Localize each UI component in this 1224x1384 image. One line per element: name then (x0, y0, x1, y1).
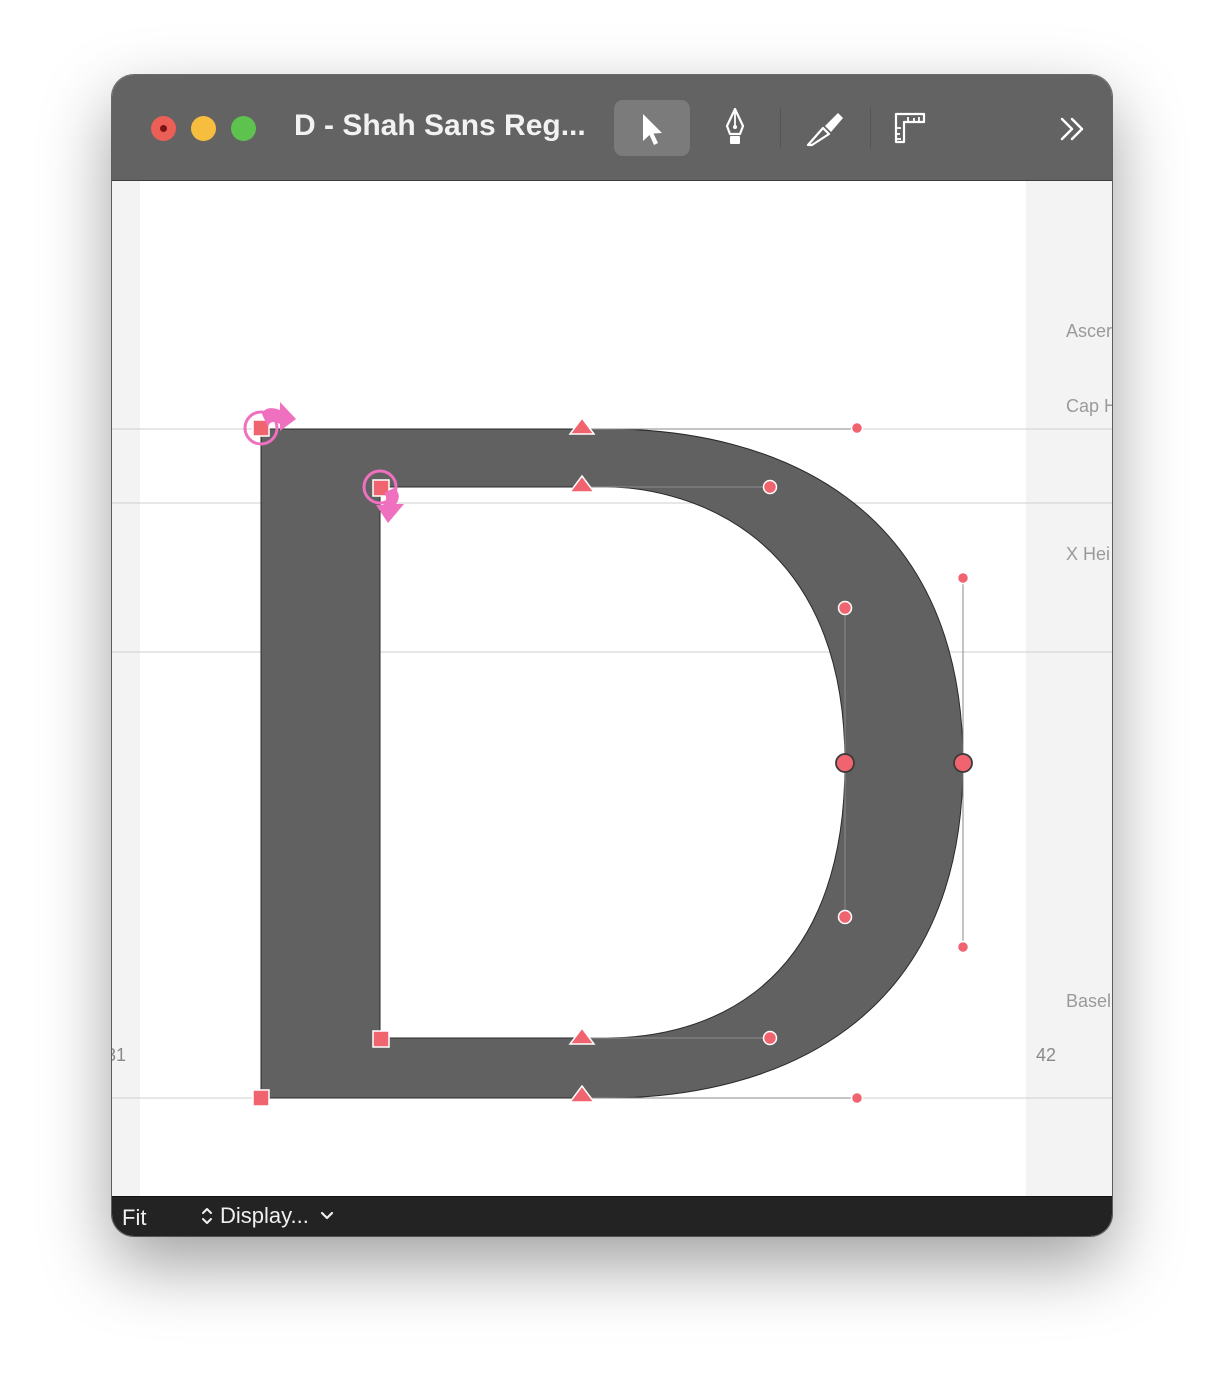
arrow-pointer-icon (643, 114, 662, 145)
handle-point (837, 909, 853, 925)
x-height-label: X Hei (1066, 544, 1111, 564)
glyph-canvas[interactable]: Ascer Cap H X Hei Basel 31 42 (112, 181, 1112, 1196)
title-bar: D - Shah Sans Reg... (112, 75, 1112, 181)
cap-height-label: Cap H (1066, 396, 1112, 416)
knife-tool-button[interactable] (788, 100, 864, 156)
display-menu-button[interactable]: Display... (200, 1202, 335, 1232)
tangent-points (568, 416, 596, 1103)
measure-tool-button[interactable] (872, 100, 948, 156)
knife-icon (806, 113, 843, 147)
ruler-icon (894, 112, 926, 144)
ascender-label: Ascer (1066, 321, 1112, 341)
zoom-fit-button[interactable]: Fit (122, 1205, 146, 1231)
tangent-point (568, 1026, 596, 1045)
toolbar-separator (870, 108, 871, 148)
close-window-button[interactable] (151, 116, 176, 141)
right-sidebearing-value: 42 (1036, 1045, 1057, 1065)
handle-point (956, 571, 970, 585)
toolbar-separator (780, 108, 781, 148)
curve-point (953, 753, 973, 773)
pen-tool-button[interactable] (697, 100, 773, 156)
glyph-outline (260, 428, 964, 1099)
chevron-down-icon (320, 1212, 333, 1220)
select-tool-button[interactable] (614, 100, 690, 156)
handle-point (850, 421, 864, 435)
handle-point (850, 1091, 864, 1105)
handle-point (762, 479, 778, 495)
baseline-label: Basel (1066, 991, 1112, 1011)
glyph-drawing[interactable] (112, 181, 1112, 1196)
up-down-arrows-icon (202, 1208, 212, 1225)
corner-point (252, 1089, 270, 1107)
handle-point (762, 1030, 778, 1046)
handle-point (956, 940, 970, 954)
window-title: D - Shah Sans Reg... (294, 109, 586, 142)
left-sidebearing-value: 31 (112, 1045, 127, 1065)
glyph-editor-window: D - Shah Sans Reg... Ascer Cap H X Hei B… (112, 75, 1112, 1236)
display-menu-label: Display... (220, 1203, 309, 1229)
zoom-window-button[interactable] (231, 116, 256, 141)
tangent-point (568, 416, 596, 435)
left-margin-shade (112, 181, 140, 1196)
curve-point (835, 753, 855, 773)
double-chevron-right-icon[interactable] (1052, 113, 1092, 145)
status-bar: Fit Display... (112, 1196, 1112, 1236)
corner-point (372, 1030, 390, 1048)
minimize-window-button[interactable] (191, 116, 216, 141)
handle-point (837, 600, 853, 616)
pen-nib-icon (725, 107, 745, 144)
